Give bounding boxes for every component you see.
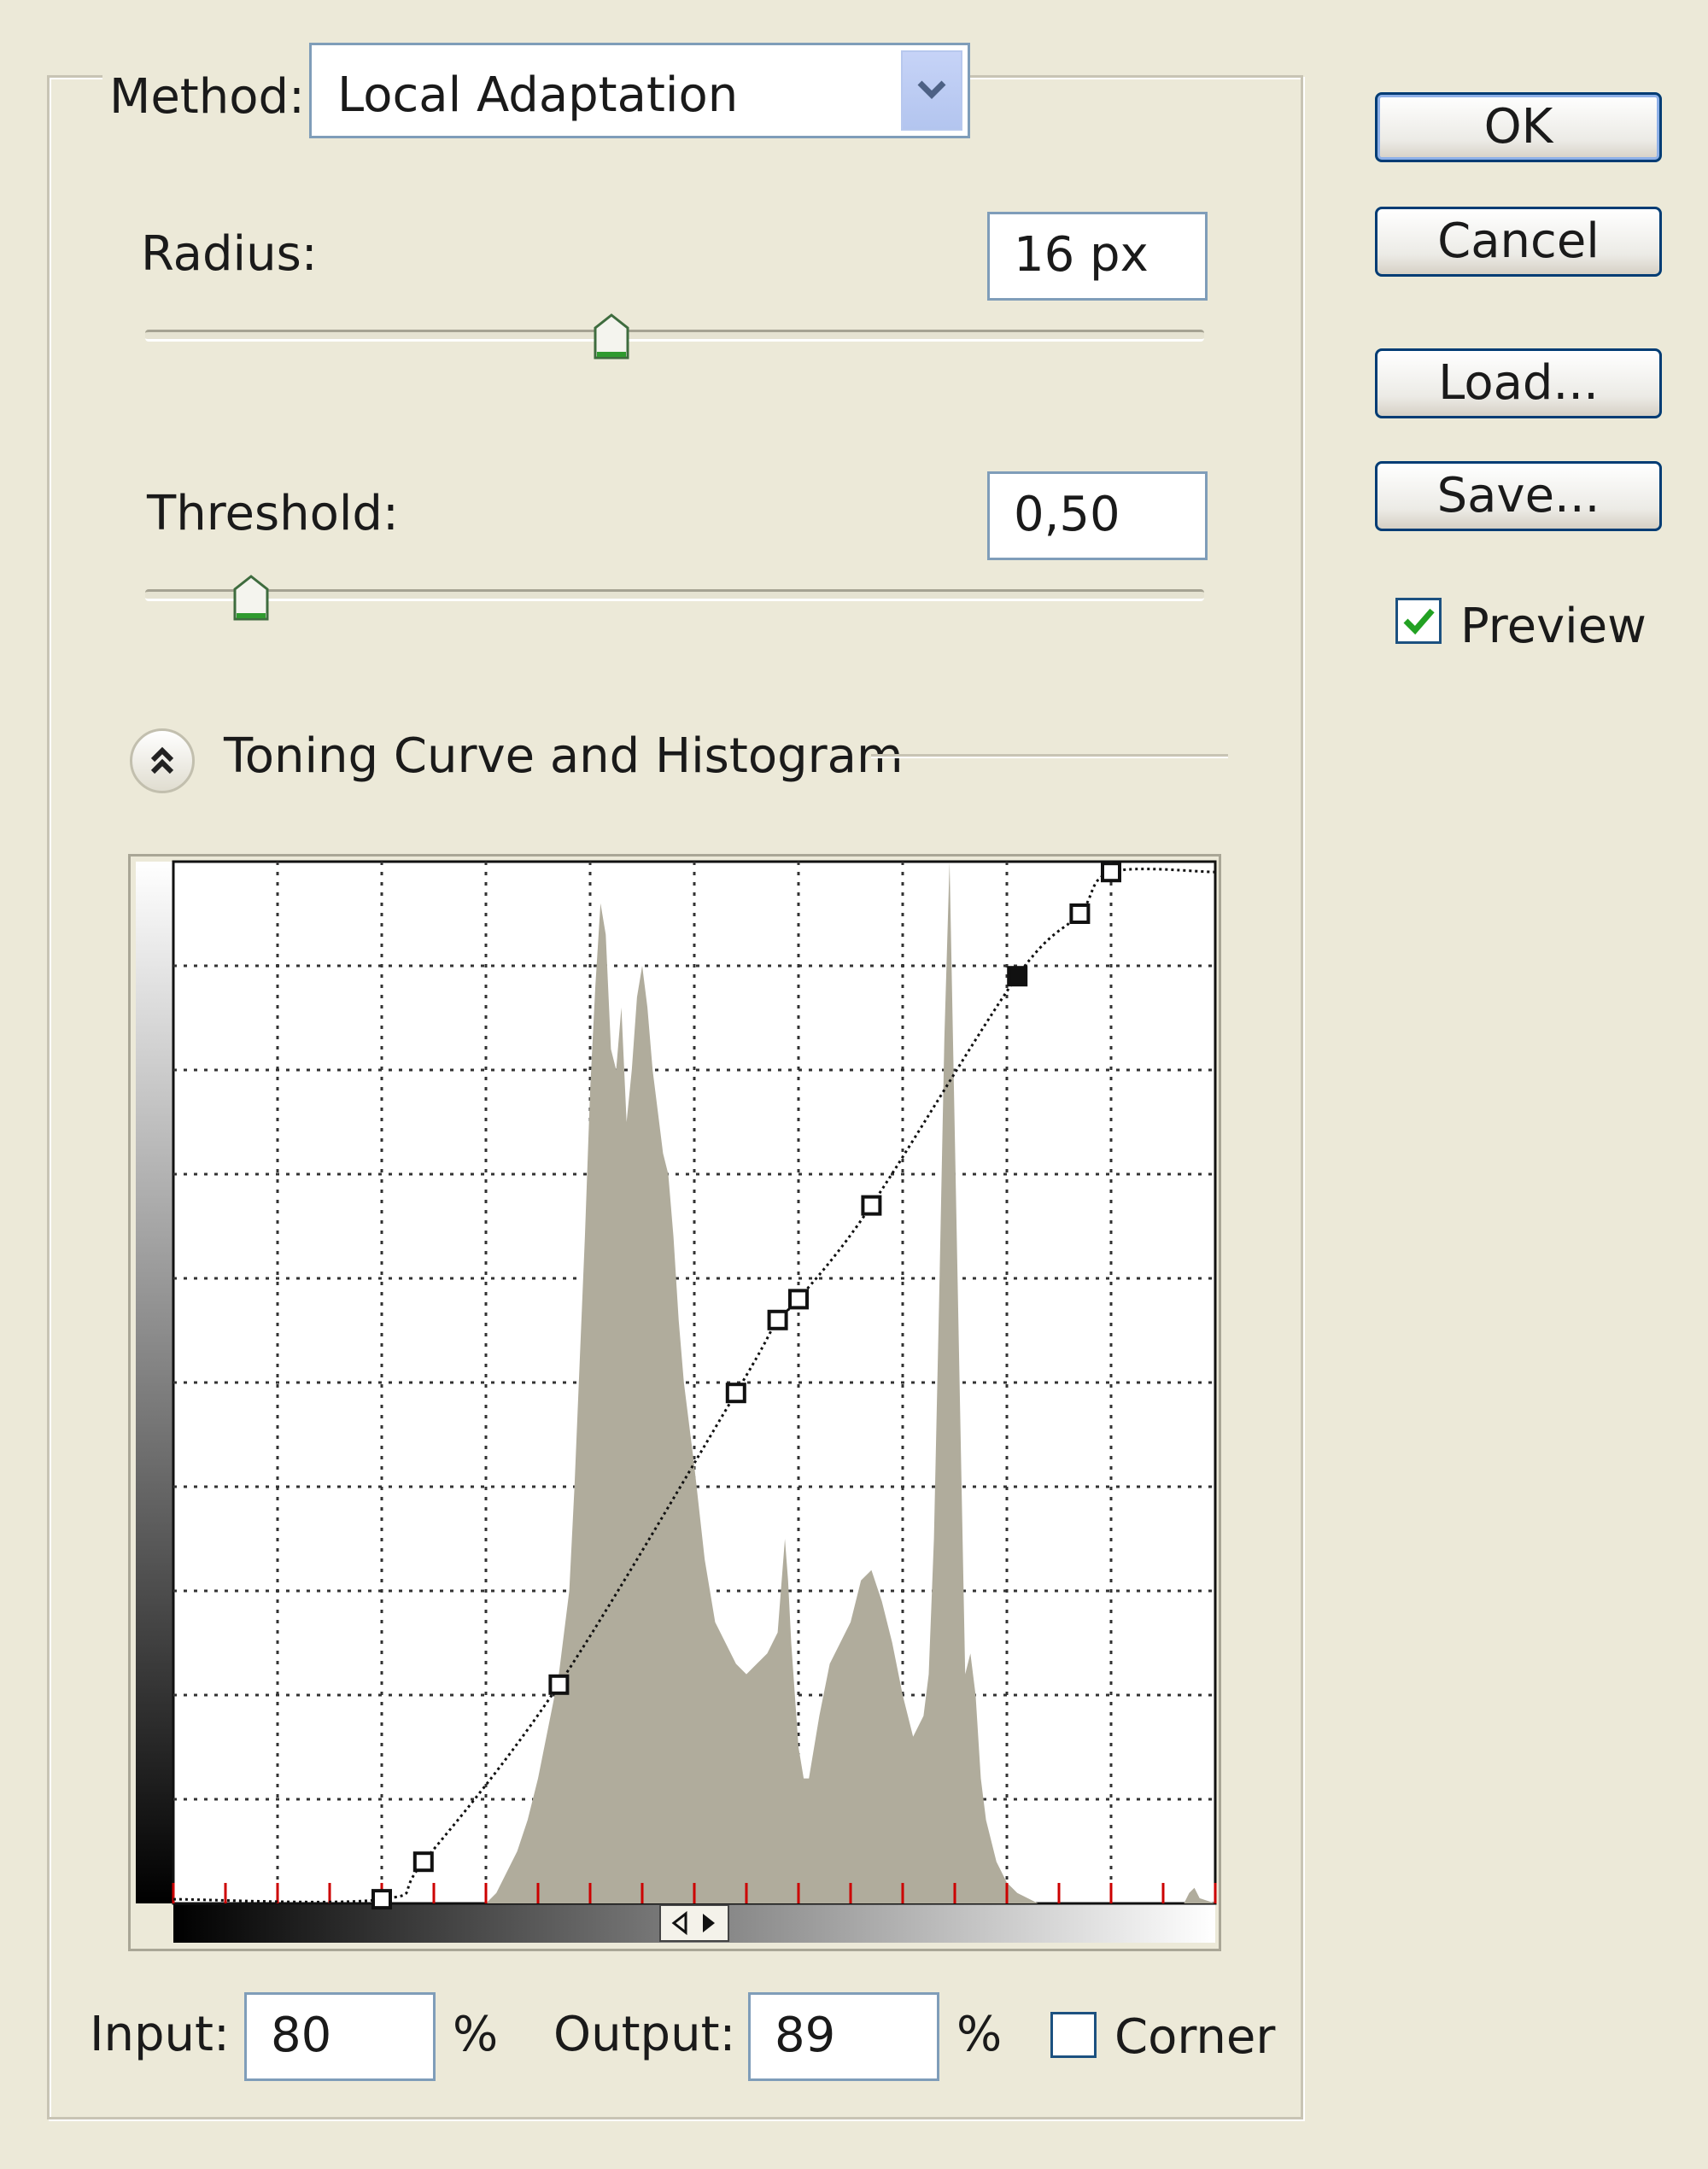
threshold-slider-track[interactable] bbox=[145, 589, 1204, 601]
input-unit: % bbox=[453, 2007, 499, 2062]
curve-point-selected[interactable] bbox=[1007, 966, 1028, 987]
radius-slider-thumb[interactable] bbox=[592, 313, 631, 360]
section-title: Toning Curve and Histogram bbox=[224, 728, 904, 784]
output-unit: % bbox=[956, 2007, 1003, 2062]
double-chevron-up-icon bbox=[150, 746, 174, 775]
preview-checkbox[interactable] bbox=[1395, 598, 1442, 644]
input-value-field[interactable]: 80 bbox=[244, 1992, 436, 2081]
curve-point[interactable] bbox=[767, 1309, 788, 1330]
ok-button[interactable]: OK bbox=[1375, 92, 1662, 162]
curve-point[interactable] bbox=[412, 1851, 434, 1873]
corner-label: Corner bbox=[1114, 2009, 1276, 2065]
method-select-value: Local Adaptation bbox=[337, 67, 739, 123]
load-button[interactable]: Load... bbox=[1375, 348, 1662, 418]
chevron-down-icon[interactable] bbox=[901, 50, 962, 131]
corner-checkbox[interactable] bbox=[1050, 2012, 1097, 2058]
output-value-field[interactable]: 89 bbox=[748, 1992, 939, 2081]
radius-label: Radius: bbox=[141, 226, 318, 282]
gradient-split-handle[interactable] bbox=[659, 1904, 729, 1942]
curve-point[interactable] bbox=[548, 1674, 570, 1695]
method-label: Method: bbox=[102, 73, 312, 121]
toning-curve-histogram[interactable] bbox=[128, 854, 1221, 1951]
input-label: Input: bbox=[90, 2007, 230, 2062]
output-gradient-bar bbox=[136, 862, 173, 1903]
checkmark-icon bbox=[1403, 608, 1435, 635]
preview-label: Preview bbox=[1460, 599, 1647, 654]
radius-slider-track[interactable] bbox=[145, 330, 1204, 342]
curve-point[interactable] bbox=[861, 1195, 882, 1216]
method-select[interactable]: Local Adaptation bbox=[309, 43, 970, 138]
curve-chart[interactable] bbox=[131, 856, 1219, 1949]
curve-point[interactable] bbox=[788, 1289, 809, 1310]
radius-input[interactable]: 16 px bbox=[987, 212, 1208, 301]
curve-point[interactable] bbox=[1069, 903, 1091, 924]
curve-point[interactable] bbox=[725, 1383, 746, 1404]
curve-point[interactable] bbox=[371, 1889, 392, 1910]
threshold-label: Threshold: bbox=[147, 486, 399, 541]
threshold-slider-thumb[interactable] bbox=[231, 574, 271, 622]
threshold-input[interactable]: 0,50 bbox=[987, 471, 1208, 560]
section-divider bbox=[871, 754, 1228, 758]
save-button[interactable]: Save... bbox=[1375, 461, 1662, 531]
curve-point[interactable] bbox=[1101, 862, 1121, 883]
cancel-button[interactable]: Cancel bbox=[1375, 207, 1662, 277]
output-label: Output: bbox=[553, 2007, 736, 2062]
collapse-section-button[interactable] bbox=[130, 728, 195, 793]
